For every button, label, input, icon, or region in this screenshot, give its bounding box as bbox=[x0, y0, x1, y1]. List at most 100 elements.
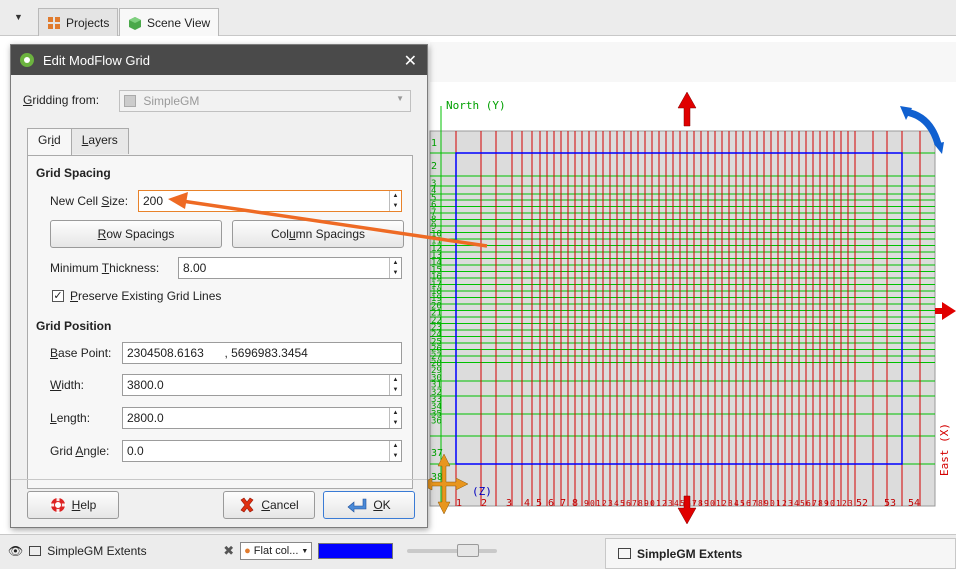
column-number-label-crowded: 1 bbox=[596, 499, 601, 508]
tab-projects[interactable]: Projects bbox=[38, 8, 119, 36]
gridding-from-label: Gridding from: bbox=[23, 93, 100, 107]
base-point-y: , 5696983.3454 bbox=[224, 346, 308, 360]
row-spacings-button[interactable]: Row Spacings bbox=[50, 220, 222, 248]
colour-mode-dropdown[interactable]: ● Flat col... ▼ bbox=[240, 542, 313, 560]
close-icon[interactable]: ✕ bbox=[404, 51, 417, 71]
width-label: Width: bbox=[50, 378, 85, 392]
base-point-x: 2304508.6163 bbox=[127, 346, 204, 360]
object-name: SimpleGM Extents bbox=[47, 544, 147, 558]
column-number-label: 6 bbox=[548, 498, 554, 509]
row-number-label: 1 bbox=[431, 138, 437, 149]
new-cell-size-stepper[interactable]: ▲ ▼ bbox=[389, 191, 401, 211]
column-number-label-crowded: 3 bbox=[788, 499, 793, 508]
preserve-grid-lines-checkbox[interactable]: ✓ bbox=[52, 290, 64, 302]
column-number-label-crowded: 3 bbox=[668, 499, 673, 508]
tab-list-dropdown-icon[interactable]: ▼ bbox=[14, 12, 23, 22]
tab-scene-view[interactable]: Scene View bbox=[119, 8, 220, 37]
column-number-label-crowded: 6 bbox=[806, 499, 811, 508]
width-stepper[interactable]: ▲ ▼ bbox=[389, 375, 401, 395]
column-number-label: 54 bbox=[908, 498, 920, 509]
column-number-label-crowded: 2 bbox=[722, 499, 727, 508]
column-spacings-button[interactable]: Column Spacings bbox=[232, 220, 404, 248]
column-number-label-crowded: 1 bbox=[656, 499, 661, 508]
chevron-down-icon: ▼ bbox=[396, 94, 404, 103]
cancel-button[interactable]: Cancel bbox=[223, 491, 315, 519]
min-thickness-input[interactable]: 8.00 ▲ ▼ bbox=[178, 257, 402, 279]
base-point-input[interactable]: 2304508.6163 , 5696983.3454 bbox=[122, 342, 402, 364]
column-number-label-crowded: 6 bbox=[626, 499, 631, 508]
chevron-down-icon: ▼ bbox=[301, 547, 309, 555]
help-button[interactable]: Help bbox=[27, 491, 119, 519]
remove-icon[interactable]: ✖ bbox=[223, 543, 234, 559]
column-number-label-crowded: 0 bbox=[710, 499, 715, 508]
column-number-label: 5 bbox=[536, 498, 542, 509]
column-number-label: 53 bbox=[884, 498, 896, 509]
column-number-label-crowded: 6 bbox=[746, 499, 751, 508]
column-number-label: 3 bbox=[506, 498, 512, 509]
column-number-label-crowded: 2 bbox=[602, 499, 607, 508]
column-number-label-crowded: 2 bbox=[842, 499, 847, 508]
grid-spacing-title: Grid Spacing bbox=[36, 166, 111, 180]
column-number-label: 8 bbox=[572, 498, 578, 509]
min-thickness-label: Minimum Thickness: bbox=[50, 261, 160, 275]
column-number-label: 1 bbox=[456, 498, 462, 509]
length-label: Length: bbox=[50, 411, 91, 425]
leapfrog-app-icon bbox=[20, 53, 34, 67]
column-number-label-crowded: 3 bbox=[848, 499, 853, 508]
panel-title: SimpleGM Extents bbox=[637, 546, 743, 561]
grid-angle-value: 0.0 bbox=[127, 444, 144, 458]
length-input[interactable]: 2800.0 ▲ ▼ bbox=[122, 407, 402, 429]
grid-angle-input[interactable]: 0.0 ▲ ▼ bbox=[122, 440, 402, 462]
visibility-eye-icon[interactable]: 👁 bbox=[8, 544, 23, 558]
tab-layers[interactable]: Layers bbox=[70, 128, 129, 154]
column-number-label-crowded: 1 bbox=[776, 499, 781, 508]
grid-position-title: Grid Position bbox=[36, 319, 112, 333]
new-cell-size-input[interactable]: 200 ▲ ▼ bbox=[138, 190, 402, 212]
colour-swatch[interactable] bbox=[318, 543, 394, 559]
column-number-label: 2 bbox=[481, 498, 487, 509]
edit-modflow-grid-dialog: Edit ModFlow Grid ✕ Gridding from: Simpl… bbox=[10, 44, 428, 528]
column-number-label-crowded: 7 bbox=[632, 499, 637, 508]
preserve-grid-lines-label: Preserve Existing Grid Lines bbox=[70, 289, 222, 303]
north-drag-arrow[interactable] bbox=[677, 91, 697, 127]
mesh-object-icon bbox=[618, 548, 631, 559]
tab-projects-label: Projects bbox=[66, 15, 110, 30]
column-number-label-crowded: 0 bbox=[650, 499, 655, 508]
column-number-label-crowded: 5 bbox=[740, 499, 745, 508]
enter-arrow-icon bbox=[347, 498, 367, 513]
slider-thumb[interactable] bbox=[457, 544, 480, 557]
grid-angle-stepper[interactable]: ▲ ▼ bbox=[389, 441, 401, 461]
row-number-label: 37 bbox=[431, 448, 443, 459]
tab-grid[interactable]: Grid bbox=[27, 128, 72, 156]
width-input[interactable]: 3800.0 ▲ ▼ bbox=[122, 374, 402, 396]
column-number-label-crowded: 8 bbox=[758, 499, 763, 508]
transparency-slider[interactable] bbox=[407, 544, 498, 557]
document-tab-bar: ▼ Projects Scene View bbox=[0, 0, 956, 37]
grid-angle-label: Grid Angle: bbox=[50, 444, 110, 458]
column-number-label-crowded: 9 bbox=[764, 499, 769, 508]
properties-panel-header: SimpleGM Extents bbox=[605, 538, 956, 569]
column-number-label: 4 bbox=[524, 498, 530, 509]
column-number-label-crowded: 4 bbox=[734, 499, 739, 508]
colour-mode-value: Flat col... bbox=[253, 545, 299, 557]
ok-button[interactable]: OK bbox=[323, 491, 415, 519]
shown-objects-row: 👁 SimpleGM Extents ✖ ● Flat col... ▼ bbox=[0, 538, 600, 564]
gridding-from-select: SimpleGM ▼ bbox=[119, 90, 411, 112]
east-axis-label: East (X) bbox=[938, 423, 951, 476]
column-number-label: 7 bbox=[560, 498, 566, 509]
column-number-label-crowded: 8 bbox=[698, 499, 703, 508]
new-cell-size-label: New Cell Size: bbox=[50, 194, 129, 208]
palette-icon: ● bbox=[244, 545, 251, 557]
length-stepper[interactable]: ▲ ▼ bbox=[389, 408, 401, 428]
dialog-title: Edit ModFlow Grid bbox=[43, 52, 150, 68]
row-number-label: 36 bbox=[431, 417, 442, 427]
east-drag-arrow[interactable] bbox=[935, 302, 956, 320]
min-thickness-stepper[interactable]: ▲ ▼ bbox=[389, 258, 401, 278]
scene-cube-icon bbox=[129, 17, 141, 30]
column-number-label-crowded: 1 bbox=[716, 499, 721, 508]
column-number-label-crowded: 7 bbox=[692, 499, 697, 508]
column-number-label-crowded: 1 bbox=[836, 499, 841, 508]
dialog-titlebar[interactable]: Edit ModFlow Grid ✕ bbox=[11, 45, 427, 75]
gridding-from-icon bbox=[124, 95, 136, 107]
width-value: 3800.0 bbox=[127, 378, 164, 392]
